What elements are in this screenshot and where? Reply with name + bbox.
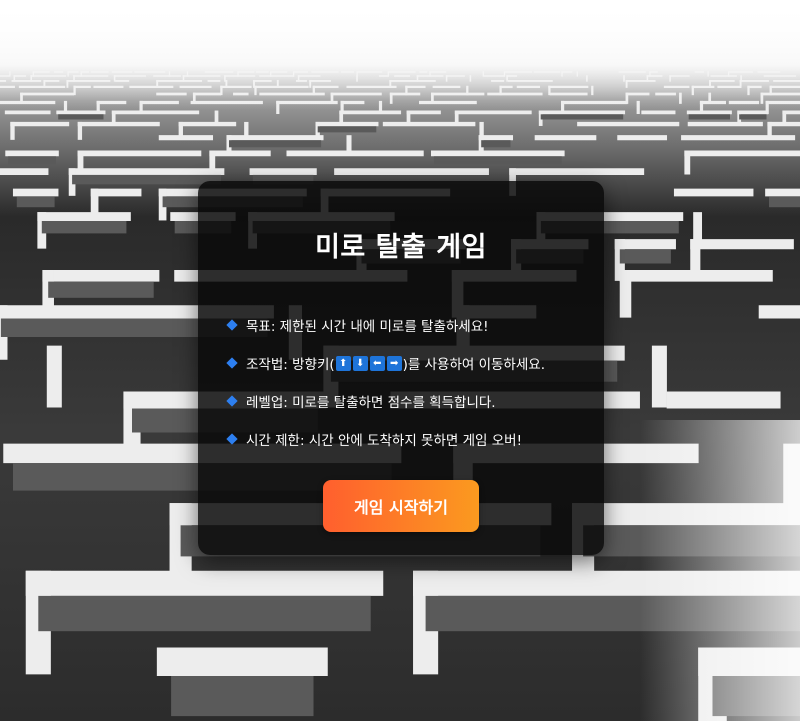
rule-controls-suffix: )를 사용하여 이동하세요. xyxy=(402,357,545,373)
arrow-down-icon: ⬇ xyxy=(352,355,368,371)
rule-time-limit-text: : 시간 안에 도착하지 못하면 게임 오버! xyxy=(299,433,522,449)
rule-time-limit: 시간 제한 : 시간 안에 도착하지 못하면 게임 오버! xyxy=(226,429,545,449)
arrow-left-icon: ⬅ xyxy=(369,355,385,371)
blue-diamond-icon xyxy=(226,395,238,407)
blue-diamond-icon xyxy=(226,319,238,331)
rules-list: 목표 : 제한된 시간 내에 미로를 탈출하세요! 조작법 : 방향키(⬆ ⬇ ⬅ ➡… xyxy=(226,315,545,467)
rule-controls-label: 조작법 xyxy=(246,357,284,373)
game-start-screen: 미로 탈출 게임 목표 : 제한된 시간 내에 미로를 탈출하세요! 조작법 :… xyxy=(0,0,800,721)
rule-goal: 목표 : 제한된 시간 내에 미로를 탈출하세요! xyxy=(226,315,545,335)
rule-controls-prefix: : 방향키( xyxy=(283,357,335,373)
start-game-button[interactable]: 게임 시작하기 xyxy=(323,480,479,532)
rule-goal-label: 목표 xyxy=(246,319,271,335)
rule-levelup: 레벨업 : 미로를 탈출하면 점수를 획득합니다. xyxy=(226,391,545,411)
rule-levelup-label: 레벨업 xyxy=(246,395,284,411)
blue-diamond-icon xyxy=(226,433,238,445)
blue-diamond-icon xyxy=(226,357,238,369)
rule-levelup-text: : 미로를 탈출하면 점수를 획득합니다. xyxy=(283,395,496,411)
rule-controls: 조작법 : 방향키(⬆ ⬇ ⬅ ➡)를 사용하여 이동하세요. xyxy=(226,353,545,373)
rule-time-limit-label: 시간 제한 xyxy=(246,433,300,449)
game-title: 미로 탈출 게임 xyxy=(315,232,487,263)
rule-goal-text: : 제한된 시간 내에 미로를 탈출하세요! xyxy=(270,319,489,335)
arrow-right-icon: ➡ xyxy=(386,355,402,371)
game-info-panel: 미로 탈출 게임 목표 : 제한된 시간 내에 미로를 탈출하세요! 조작법 :… xyxy=(198,181,604,555)
arrow-up-icon: ⬆ xyxy=(335,355,351,371)
